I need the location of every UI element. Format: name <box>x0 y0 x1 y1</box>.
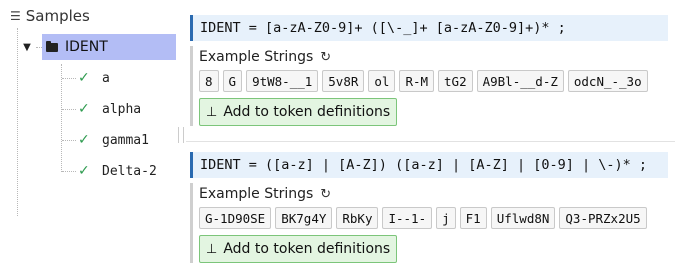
add-to-token-definitions-button[interactable]: ⊥ Add to token definitions <box>199 235 398 263</box>
caret-down-icon[interactable]: ▼ <box>20 42 34 53</box>
example-chip: I--1- <box>382 207 433 229</box>
example-strings-section: Example Strings ↻ 8 G 9tW8-__1 5v8R ol R… <box>190 46 668 126</box>
example-chips: 8 G 9tW8-__1 5v8R ol R-M tG2 A9Bl-__d-Z … <box>199 70 668 92</box>
tree-guide-line <box>17 28 18 216</box>
example-strings-title: Example Strings <box>199 49 314 65</box>
tree-root-row[interactable]: ▼ IDENT <box>20 34 176 60</box>
check-icon: ✓ <box>78 163 90 179</box>
list-icon: ☰ <box>10 9 21 23</box>
example-chip: G <box>222 70 243 92</box>
example-chip: A9Bl-__d-Z <box>476 70 564 92</box>
check-icon: ✓ <box>78 70 90 86</box>
download-icon: ⊥ <box>206 104 218 120</box>
example-chip: BK7g4Y <box>275 207 333 229</box>
tree-header-label: Samples <box>25 7 90 25</box>
example-strings-section: Example Strings ↻ G-1D90SE BK7g4Y RbKy I… <box>190 183 668 263</box>
block-divider <box>186 141 675 142</box>
tree-leaf[interactable]: ✓ gamma1 <box>62 129 149 151</box>
check-icon: ✓ <box>78 101 90 117</box>
example-chip: Uflwd8N <box>490 207 556 229</box>
tree-leaf[interactable]: ✓ Delta-2 <box>62 160 157 182</box>
example-chip: ol <box>368 70 396 92</box>
example-chip: G-1D90SE <box>199 207 272 229</box>
check-icon: ✓ <box>78 132 90 148</box>
samples-tree: ☰ Samples ▼ IDENT ✓ a ✓ alpha ✓ gamma1 ✓… <box>0 0 176 270</box>
tree-root-selected[interactable]: IDENT <box>42 34 176 60</box>
tree-leaf-label: alpha <box>102 101 142 117</box>
example-chip: odcN_-_3o <box>567 70 648 92</box>
rule-definition: IDENT = [a-zA-Z0-9]+ ([\-_]+ [a-zA-Z0-9]… <box>190 15 668 41</box>
rule-block-2: IDENT = ([a-z] | [A-Z]) ([a-z] | [A-Z] |… <box>190 152 668 263</box>
example-chip: 9tW8-__1 <box>246 70 319 92</box>
add-to-token-definitions-button[interactable]: ⊥ Add to token definitions <box>199 98 398 126</box>
tree-root-label: IDENT <box>65 39 108 55</box>
tree-header[interactable]: ☰ Samples <box>10 5 90 27</box>
tree-leaf[interactable]: ✓ alpha <box>62 98 141 120</box>
download-icon: ⊥ <box>206 241 218 257</box>
rule-block-1: IDENT = [a-zA-Z0-9]+ ([\-_]+ [a-zA-Z0-9]… <box>190 15 668 126</box>
folder-icon <box>46 40 58 52</box>
example-chip: tG2 <box>438 70 473 92</box>
example-strings-title: Example Strings <box>199 186 314 202</box>
add-button-label: Add to token definitions <box>223 104 391 120</box>
rule-definition: IDENT = ([a-z] | [A-Z]) ([a-z] | [A-Z] |… <box>190 152 668 178</box>
tree-leaf-label: a <box>102 70 110 86</box>
example-chips: G-1D90SE BK7g4Y RbKy I--1- j F1 Uflwd8N … <box>199 207 668 229</box>
tree-leaf-label: Delta-2 <box>102 163 157 179</box>
panel-splitter-handle[interactable] <box>178 127 184 143</box>
example-chip: 5v8R <box>322 70 365 92</box>
example-chip: F1 <box>459 207 487 229</box>
refresh-icon[interactable]: ↻ <box>320 187 331 202</box>
refresh-icon[interactable]: ↻ <box>320 50 331 65</box>
add-button-label: Add to token definitions <box>223 241 391 257</box>
tree-leaf[interactable]: ✓ a <box>62 67 110 89</box>
example-chip: R-M <box>399 70 435 92</box>
example-chip: Q3-PRZx2U5 <box>559 207 647 229</box>
example-chip: j <box>436 207 456 229</box>
tree-leaf-label: gamma1 <box>102 132 149 148</box>
example-chip: 8 <box>199 70 219 92</box>
example-chip: RbKy <box>336 207 379 229</box>
